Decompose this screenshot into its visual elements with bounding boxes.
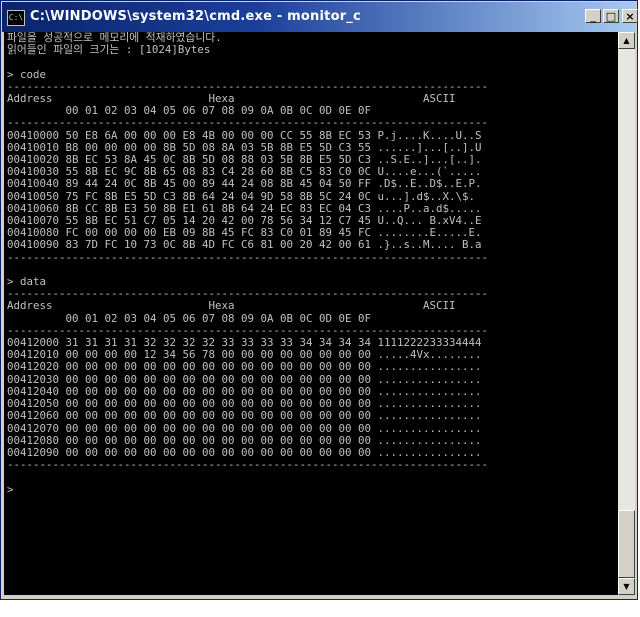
console-line: ----------------------------------------… [7, 323, 489, 337]
console-line: 00410000 50 E8 6A 00 00 00 E8 4B 00 00 0… [7, 128, 482, 142]
close-button[interactable]: × [622, 9, 638, 23]
console-line: Address Hexa ASCII [7, 92, 456, 106]
title-bar[interactable]: C:\ C:\WINDOWS\system32\cmd.exe - monito… [2, 2, 638, 32]
console-line: Address Hexa ASCII [7, 299, 456, 313]
console-line: 00412000 31 31 31 31 32 32 32 32 33 33 3… [7, 336, 482, 350]
console-line: ----------------------------------------… [7, 116, 489, 130]
console-line: 00410070 55 8B EC 51 C7 05 14 20 42 00 7… [7, 214, 482, 228]
console-line: 00412070 00 00 00 00 00 00 00 00 00 00 0… [7, 421, 482, 435]
console-line: 00 01 02 03 04 05 06 07 08 09 0A 0B 0C 0… [7, 104, 372, 118]
console-line: 00412010 00 00 00 00 12 34 56 78 00 00 0… [7, 348, 482, 362]
console-line: 00412040 00 00 00 00 00 00 00 00 00 00 0… [7, 384, 482, 398]
vertical-scrollbar[interactable]: ▲ ▼ [618, 32, 635, 595]
cmd-window: C:\ C:\WINDOWS\system32\cmd.exe - monito… [0, 0, 638, 600]
console-line: ----------------------------------------… [7, 287, 489, 301]
console-line: 00410030 55 8B EC 9C 8B 65 08 83 C4 28 6… [7, 165, 482, 179]
scroll-up-arrow-icon[interactable]: ▲ [618, 32, 635, 49]
console-line: 00412020 00 00 00 00 00 00 00 00 00 00 0… [7, 360, 482, 374]
console-output[interactable]: 파일을 성공적으로 메모리에 적재하였습니다. 읽어들인 파일의 크기는 : [… [4, 32, 618, 595]
console-line: 00 01 02 03 04 05 06 07 08 09 0A 0B 0C 0… [7, 311, 372, 325]
scroll-thumb[interactable] [618, 510, 635, 578]
window-title: C:\WINDOWS\system32\cmd.exe - monitor_c [30, 9, 361, 24]
console-line: 00412050 00 00 00 00 00 00 00 00 00 00 0… [7, 397, 482, 411]
console-line: > code [7, 67, 47, 81]
console-line: 00410010 B8 00 00 00 00 8B 5D 08 8A 03 5… [7, 140, 482, 154]
console-line: ----------------------------------------… [7, 79, 489, 93]
console-line: ----------------------------------------… [7, 250, 489, 264]
console-line: ----------------------------------------… [7, 458, 489, 472]
console-line: 00412080 00 00 00 00 00 00 00 00 00 00 0… [7, 433, 482, 447]
console-line: 00412090 00 00 00 00 00 00 00 00 00 00 0… [7, 445, 482, 459]
console-line: 00412060 00 00 00 00 00 00 00 00 00 00 0… [7, 409, 482, 423]
console-line: 00410040 89 44 24 0C 8B 45 00 89 44 24 0… [7, 177, 482, 191]
console-line: > [7, 482, 14, 496]
minimize-button[interactable]: _ [585, 9, 601, 23]
scroll-down-arrow-icon[interactable]: ▼ [618, 578, 635, 595]
console-text: 파일을 성공적으로 메모리에 적재하였습니다. 읽어들인 파일의 크기는 : [… [4, 32, 618, 496]
console-line: 00410020 8B EC 53 8A 45 0C 8B 5D 08 88 0… [7, 153, 482, 167]
console-line: 00412030 00 00 00 00 00 00 00 00 00 00 0… [7, 372, 482, 386]
console-line: > data [7, 275, 47, 289]
console-line: 00410090 83 7D FC 10 73 0C 8B 4D FC C6 8… [7, 238, 482, 252]
console-line: 00410060 8B CC 8B E3 50 8B E1 61 8B 64 2… [7, 201, 482, 215]
maximize-button[interactable]: □ [603, 9, 619, 23]
console-line: 00410050 75 FC 8B E5 5D C3 8B 64 24 04 9… [7, 189, 476, 203]
console-line: 읽어들인 파일의 크기는 : [1024]Bytes [7, 43, 211, 57]
console-line: 00410080 FC 00 00 00 00 EB 09 8B 45 FC 8… [7, 226, 482, 240]
cmd-icon[interactable]: C:\ [7, 10, 25, 26]
